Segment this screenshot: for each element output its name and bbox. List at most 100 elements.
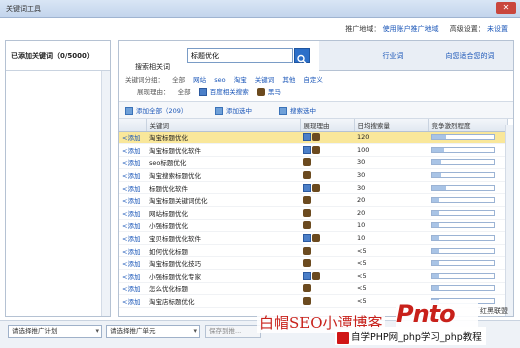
keyword-cell: 标题优化软件 [149, 184, 188, 193]
table-row[interactable]: <添加 淘宝标题优化 120 [119, 131, 507, 145]
add-keyword-link[interactable]: <添加 [122, 222, 140, 230]
header-competition[interactable]: 竞争激烈程度 [428, 119, 508, 132]
dark-horse-icon [303, 297, 311, 306]
logo-side-text: 红黑联盟 [480, 307, 508, 315]
region-link[interactable]: 使用账户推广地域 [383, 25, 439, 33]
volume-cell: <5 [357, 297, 367, 306]
add-keyword-link[interactable]: <添加 [122, 210, 140, 218]
table-body: <添加 淘宝标题优化 120 <添加 淘宝标题优化软件 100 <添加 seo标题优化 30 <添… [119, 131, 507, 308]
volume-cell: 30 [357, 171, 366, 180]
add-keyword-link[interactable]: <添加 [122, 248, 140, 256]
table-row[interactable]: <添加 淘宝标题优化技巧 <5 [119, 256, 507, 271]
add-keyword-link[interactable]: <添加 [122, 260, 140, 268]
dark-horse-icon [303, 171, 311, 180]
group-custom[interactable]: 自定义 [303, 76, 323, 84]
plan-select[interactable]: 请选择推广计划 [8, 325, 102, 338]
table-row[interactable]: <添加 小强标题优化专家 <5 [119, 269, 507, 283]
add-keyword-link[interactable]: <添加 [122, 159, 140, 167]
add-keyword-link[interactable]: <添加 [122, 134, 140, 142]
competition-bar [431, 209, 495, 216]
add-keyword-link[interactable]: <添加 [122, 298, 140, 306]
table-row[interactable]: <添加 如何优化标题 <5 [119, 244, 507, 258]
table-row[interactable]: <添加 淘宝标题关键词优化 20 [119, 193, 507, 208]
left-scrollbar[interactable] [101, 71, 110, 316]
table-scrollbar[interactable] [505, 125, 513, 316]
table-row[interactable]: <添加 标题优化软件 30 [119, 181, 507, 195]
save-to-button[interactable]: 保存到推... [205, 325, 261, 338]
add-keyword-link[interactable]: <添加 [122, 172, 140, 180]
competition-bar [431, 172, 495, 179]
tab-industry[interactable]: 行业词 [363, 41, 423, 71]
window-title: 关键词工具 [6, 5, 41, 13]
add-keyword-link[interactable]: <添加 [122, 273, 140, 281]
add-keyword-link[interactable]: <添加 [122, 197, 140, 205]
competition-bar [431, 285, 495, 292]
table-header-row: 关键词 展现理由 日均搜索量 竞争激烈程度 [119, 119, 508, 132]
competition-bar [431, 159, 495, 166]
keyword-cell: 小强标题优化专家 [149, 272, 201, 281]
header-volume[interactable]: 日均搜索量 [354, 119, 429, 132]
add-all-button[interactable]: 添加全部（209） [125, 105, 187, 117]
table-row[interactable]: <添加 seo标题优化 30 [119, 156, 507, 170]
table-row[interactable]: <添加 淘宝标题优化软件 100 [119, 143, 507, 157]
keyword-cell: 小强标题优化 [149, 222, 188, 231]
reason-all[interactable]: 全部 [178, 88, 191, 96]
dark-horse-icon [303, 158, 311, 167]
top-settings: 推广地域： 使用账户推广地域 高级设置： 未设置 [345, 24, 508, 34]
add-selected-button[interactable]: 添加选中 [215, 105, 252, 117]
advanced-link[interactable]: 未设置 [487, 25, 508, 33]
reason-dark-horse[interactable]: 黑马 [268, 88, 281, 96]
add-keyword-link[interactable]: <添加 [122, 147, 140, 155]
add-keyword-link[interactable]: <添加 [122, 185, 140, 193]
tab-search-related[interactable]: 搜索相关词 [119, 41, 319, 71]
dark-horse-icon [303, 196, 311, 205]
filter-area: 关键词分组： 全部 网站 seo 淘宝 关键词 其他 自定义 展现理由： 全部 … [119, 71, 513, 101]
volume-cell: 10 [357, 221, 366, 230]
table-row[interactable]: <添加 小强标题优化 10 [119, 219, 507, 233]
header-reason[interactable]: 展现理由 [300, 119, 355, 132]
group-other[interactable]: 其他 [282, 76, 295, 84]
competition-bar [431, 146, 495, 153]
group-taobao[interactable]: 淘宝 [234, 76, 247, 84]
keyword-cell: 网站标题优化 [149, 209, 188, 218]
group-all[interactable]: 全部 [172, 76, 185, 84]
pnto-logo: Pnto [396, 300, 478, 328]
table-row[interactable]: <添加 怎么优化标题 <5 [119, 282, 507, 296]
table-row[interactable]: <添加 淘宝搜索标题优化 30 [119, 168, 507, 182]
volume-cell: 30 [357, 158, 366, 167]
competition-bar [431, 272, 495, 279]
unit-select[interactable]: 请选择推广单元 [106, 325, 200, 338]
close-button[interactable]: ✕ [496, 2, 516, 14]
add-all-label: 添加全部（209） [136, 107, 188, 115]
baidu-icon [198, 88, 207, 96]
group-seo[interactable]: seo [214, 76, 225, 84]
header-keyword[interactable]: 关键词 [146, 119, 301, 132]
volume-cell: <5 [357, 246, 367, 255]
search-button[interactable] [294, 48, 310, 65]
logo-text: Pnto [396, 300, 456, 328]
baidu-icon [303, 145, 311, 154]
keyword-cell: 淘宝标题关键词优化 [149, 197, 208, 206]
volume-cell: <5 [357, 271, 367, 280]
dark-horse-icon [312, 183, 320, 192]
competition-bar [431, 247, 495, 254]
site-logo-icon [337, 331, 349, 344]
table-row[interactable]: <添加 宝贝标题优化软件 10 [119, 231, 507, 245]
group-website[interactable]: 网站 [193, 76, 206, 84]
add-keyword-link[interactable]: <添加 [122, 285, 140, 293]
added-keywords-header: 已添加关键词（0/5000） [6, 41, 110, 71]
add-keyword-link[interactable]: <添加 [122, 235, 140, 243]
search-selected-button[interactable]: 搜索选中 [279, 105, 316, 117]
competition-bar [431, 184, 495, 191]
search-icon [297, 54, 307, 65]
search-input[interactable] [187, 48, 293, 63]
table-row[interactable]: <添加 网站标题优化 20 [119, 206, 507, 220]
keyword-cell: 淘宝标题优化技巧 [149, 260, 201, 269]
volume-cell: 20 [357, 208, 366, 217]
dark-horse-icon [303, 208, 311, 217]
dark-horse-icon [312, 145, 320, 154]
volume-cell: 20 [357, 196, 366, 205]
tab-suggested[interactable]: 向您适合您的词 [425, 41, 513, 71]
reason-baidu[interactable]: 百度相关搜索 [210, 88, 249, 96]
group-keyword[interactable]: 关键词 [255, 76, 275, 84]
